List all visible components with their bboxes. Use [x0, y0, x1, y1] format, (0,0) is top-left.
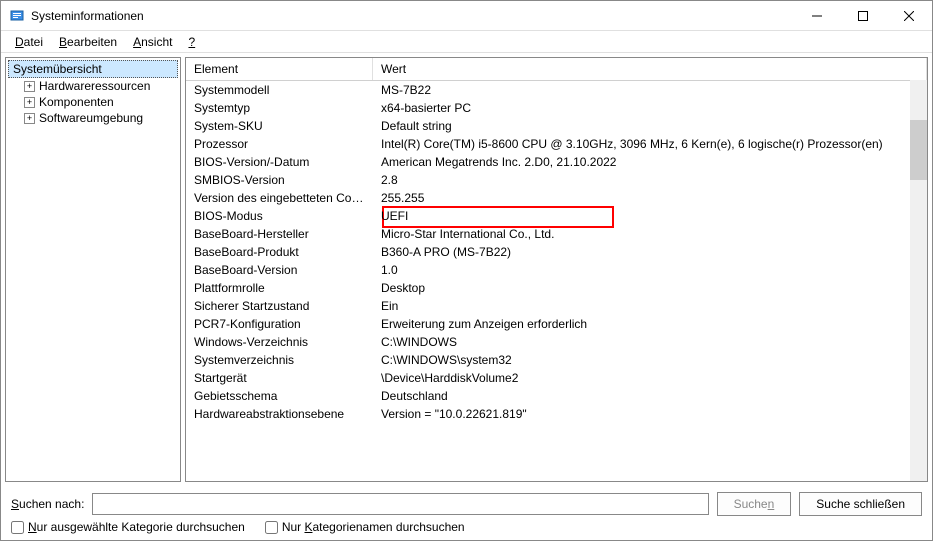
list-row[interactable]: SystemmodellMS-7B22 [186, 81, 927, 99]
tree-item-label: Softwareumgebung [39, 111, 143, 125]
cell-element: Systemverzeichnis [186, 351, 373, 369]
list-row[interactable]: BaseBoard-HerstellerMicro-Star Internati… [186, 225, 927, 243]
list-row[interactable]: BaseBoard-Version1.0 [186, 261, 927, 279]
list-row[interactable]: HardwareabstraktionsebeneVersion = "10.0… [186, 405, 927, 423]
expand-icon[interactable]: + [24, 81, 35, 92]
cell-value: Desktop [373, 279, 927, 297]
app-icon [9, 8, 25, 24]
chk-selected-category-box[interactable] [11, 521, 24, 534]
list-row[interactable]: SMBIOS-Version2.8 [186, 171, 927, 189]
list-row[interactable]: BIOS-ModusUEFI [186, 207, 927, 225]
cell-element: BaseBoard-Hersteller [186, 225, 373, 243]
tree-item[interactable]: + Softwareumgebung [6, 110, 180, 126]
list-row[interactable]: ProzessorIntel(R) Core(TM) i5-8600 CPU @… [186, 135, 927, 153]
cell-value: \Device\HarddiskVolume2 [373, 369, 927, 387]
list-row[interactable]: Systemtypx64-basierter PC [186, 99, 927, 117]
list-row[interactable]: BaseBoard-ProduktB360-A PRO (MS-7B22) [186, 243, 927, 261]
tree-item-label: Komponenten [39, 95, 114, 109]
tree-item-label: Hardwareressourcen [39, 79, 150, 93]
chk-category-names[interactable]: Nur Kategorienamen durchsuchen [265, 520, 465, 534]
chk-category-names-box[interactable] [265, 521, 278, 534]
list-row[interactable]: Windows-VerzeichnisC:\WINDOWS [186, 333, 927, 351]
cell-element: BaseBoard-Produkt [186, 243, 373, 261]
cell-value: UEFI [373, 207, 927, 225]
cell-value: C:\WINDOWS [373, 333, 927, 351]
cell-value: American Megatrends Inc. 2.D0, 21.10.202… [373, 153, 927, 171]
scrollbar-thumb[interactable] [910, 120, 927, 180]
system-information-window: Systeminformationen Datei Bearbeiten Ans… [0, 0, 933, 541]
cell-value: x64-basierter PC [373, 99, 927, 117]
cell-value: B360-A PRO (MS-7B22) [373, 243, 927, 261]
cell-value: C:\WINDOWS\system32 [373, 351, 927, 369]
search-button[interactable]: Suchen [717, 492, 792, 516]
menu-file[interactable]: Datei [7, 33, 51, 51]
cell-value: Default string [373, 117, 927, 135]
list-row[interactable]: PlattformrolleDesktop [186, 279, 927, 297]
window-title: Systeminformationen [31, 9, 794, 23]
cell-element: Windows-Verzeichnis [186, 333, 373, 351]
tree-item[interactable]: + Hardwareressourcen [6, 78, 180, 94]
search-label: Suchen nach: [11, 497, 84, 511]
list-row[interactable]: System-SKUDefault string [186, 117, 927, 135]
list-row[interactable]: SystemverzeichnisC:\WINDOWS\system32 [186, 351, 927, 369]
cell-value: Micro-Star International Co., Ltd. [373, 225, 927, 243]
list-row[interactable]: Version des eingebetteten Cont...255.255 [186, 189, 927, 207]
details-list: Element Wert SystemmodellMS-7B22Systemty… [185, 57, 928, 482]
tree-root-system-summary[interactable]: Systemübersicht [8, 60, 178, 78]
maximize-button[interactable] [840, 1, 886, 31]
titlebar: Systeminformationen [1, 1, 932, 31]
cell-element: Plattformrolle [186, 279, 373, 297]
list-row[interactable]: PCR7-KonfigurationErweiterung zum Anzeig… [186, 315, 927, 333]
close-search-button[interactable]: Suche schließen [799, 492, 922, 516]
list-row[interactable]: Sicherer StartzustandEin [186, 297, 927, 315]
cell-value: Erweiterung zum Anzeigen erforderlich [373, 315, 927, 333]
column-header-element[interactable]: Element [186, 58, 373, 80]
menu-view[interactable]: Ansicht [125, 33, 180, 51]
cell-element: Systemmodell [186, 81, 373, 99]
cell-element: Version des eingebetteten Cont... [186, 189, 373, 207]
list-row[interactable]: Startgerät\Device\HarddiskVolume2 [186, 369, 927, 387]
cell-value: 1.0 [373, 261, 927, 279]
cell-value: 2.8 [373, 171, 927, 189]
cell-element: Gebietsschema [186, 387, 373, 405]
cell-value: Deutschland [373, 387, 927, 405]
search-options: Nur ausgewählte Kategorie durchsuchen Nu… [1, 518, 932, 540]
tree-item[interactable]: + Komponenten [6, 94, 180, 110]
cell-element: PCR7-Konfiguration [186, 315, 373, 333]
expand-icon[interactable]: + [24, 113, 35, 124]
list-row[interactable]: GebietsschemaDeutschland [186, 387, 927, 405]
cell-element: BaseBoard-Version [186, 261, 373, 279]
tree-panel: Systemübersicht + Hardwareressourcen + Komp… [5, 57, 181, 482]
cell-element: Systemtyp [186, 99, 373, 117]
menu-help[interactable]: ? [180, 33, 203, 51]
column-header-value[interactable]: Wert [373, 58, 927, 80]
cell-element: Hardwareabstraktionsebene [186, 405, 373, 423]
cell-value: Version = "10.0.22621.819" [373, 405, 927, 423]
cell-element: Startgerät [186, 369, 373, 387]
vertical-scrollbar[interactable] [910, 80, 927, 481]
cell-value: MS-7B22 [373, 81, 927, 99]
list-header: Element Wert [186, 58, 927, 81]
minimize-button[interactable] [794, 1, 840, 31]
list-row[interactable]: BIOS-Version/-DatumAmerican Megatrends I… [186, 153, 927, 171]
cell-value: Intel(R) Core(TM) i5-8600 CPU @ 3.10GHz,… [373, 135, 927, 153]
menu-edit[interactable]: Bearbeiten [51, 33, 125, 51]
cell-element: Prozessor [186, 135, 373, 153]
cell-element: System-SKU [186, 117, 373, 135]
cell-value: 255.255 [373, 189, 927, 207]
cell-element: SMBIOS-Version [186, 171, 373, 189]
cell-element: Sicherer Startzustand [186, 297, 373, 315]
search-bar: Suchen nach: Suchen Suche schließen [1, 486, 932, 518]
menubar: Datei Bearbeiten Ansicht ? [1, 31, 932, 53]
cell-element: BIOS-Modus [186, 207, 373, 225]
expand-icon[interactable]: + [24, 97, 35, 108]
search-input[interactable] [92, 493, 708, 515]
close-button[interactable] [886, 1, 932, 31]
cell-element: BIOS-Version/-Datum [186, 153, 373, 171]
chk-selected-category[interactable]: Nur ausgewählte Kategorie durchsuchen [11, 520, 245, 534]
cell-value: Ein [373, 297, 927, 315]
